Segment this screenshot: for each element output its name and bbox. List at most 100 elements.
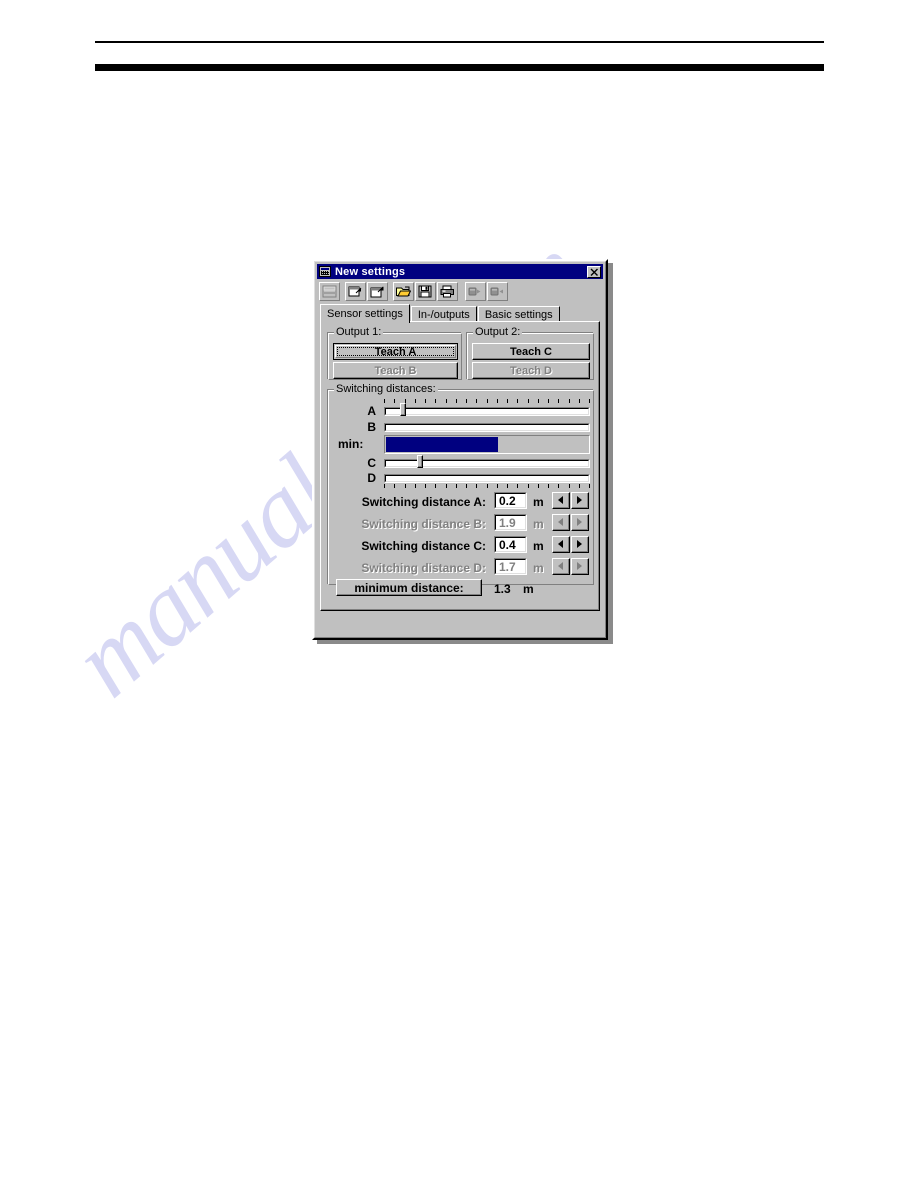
spin-b-dec-bevel: [553, 515, 569, 530]
header-rule-thick: [95, 64, 824, 71]
spin-b-inc-bevel: [572, 515, 588, 530]
arrow-left-icon: [558, 562, 563, 570]
tab-basic-settings-label: Basic settings: [484, 309, 553, 321]
arrow-left-icon: [558, 540, 563, 548]
tab-sensor-settings-label: Sensor settings: [327, 308, 403, 320]
teach-a-button[interactable]: Teach A: [333, 343, 458, 360]
slider-d-track[interactable]: [384, 474, 590, 483]
spin-c-dec-bevel: [553, 537, 569, 552]
switching-distance-d-label: Switching distance D:: [361, 561, 486, 575]
floppy-save-icon: [418, 285, 432, 297]
slider-c-letter: C: [367, 456, 376, 470]
print-button[interactable]: [437, 281, 458, 301]
minimum-distance-button[interactable]: minimum distance:: [336, 579, 482, 596]
new-document-icon: [322, 285, 337, 297]
transfer-out-icon: [468, 287, 481, 295]
teach-d-button[interactable]: Teach D: [472, 362, 590, 379]
slider-a-thumb[interactable]: [400, 403, 406, 416]
teach-b-button[interactable]: Teach B: [333, 362, 458, 379]
window-restore-button[interactable]: [345, 281, 366, 301]
new-button[interactable]: [319, 281, 340, 301]
switching-distance-d-input[interactable]: 1.7: [494, 558, 527, 575]
teach-c-button[interactable]: Teach C: [472, 343, 590, 360]
spin-a-dec-bevel: [553, 493, 569, 508]
teach-b-label: Teach B: [374, 364, 417, 377]
minimum-distance-value: 1.3: [494, 582, 511, 596]
slider-c-track[interactable]: [384, 459, 590, 468]
switching-distance-b-increment[interactable]: [571, 514, 589, 531]
toolbar: [318, 281, 602, 301]
upload-button[interactable]: [465, 281, 486, 301]
slider-b-letter: B: [367, 420, 376, 434]
slider-a-track[interactable]: [384, 407, 590, 416]
window-title: New settings: [335, 265, 406, 278]
output1-group: Output 1: Teach A Teach B: [327, 326, 462, 380]
spin-c-inc-bevel: [572, 537, 588, 552]
arrow-left-icon: [558, 496, 563, 504]
save-button[interactable]: [415, 281, 436, 301]
switching-distance-c-value: 0.4: [495, 537, 526, 552]
min-bar-label: min:: [338, 437, 364, 451]
close-button[interactable]: [587, 265, 601, 278]
switching-distance-d-increment[interactable]: [571, 558, 589, 575]
slider-a-thumb-bevel: [401, 404, 405, 415]
new-settings-window: New settings Sensor settings In-/outputs…: [312, 259, 608, 640]
switching-distance-b-label: Switching distance B:: [361, 517, 486, 531]
slider-c-track-inner: [385, 460, 589, 467]
slider-ticks-bottom: [384, 484, 590, 488]
teach-d-label: Teach D: [510, 364, 552, 377]
switching-distance-a-decrement[interactable]: [552, 492, 570, 509]
minimum-distance-label: minimum distance:: [354, 580, 464, 595]
spin-d-dec-bevel: [553, 559, 569, 574]
switching-distance-d-value: 1.7: [495, 559, 526, 574]
switching-distance-b-value: 1.9: [495, 515, 526, 530]
switching-distances-legend: Switching distances:: [334, 383, 438, 395]
window-maximize-button[interactable]: [367, 281, 388, 301]
switching-distance-c-decrement[interactable]: [552, 536, 570, 553]
min-bar: [384, 435, 590, 454]
slider-d-track-inner: [385, 475, 589, 482]
tab-in-outputs-label: In-/outputs: [417, 309, 470, 321]
title-bar[interactable]: New settings: [317, 264, 603, 279]
spin-a-inc-bevel: [572, 493, 588, 508]
download-button[interactable]: [487, 281, 508, 301]
switching-distance-a-increment[interactable]: [571, 492, 589, 509]
printer-icon: [440, 285, 454, 297]
header-rule-thin: [95, 41, 824, 43]
minimum-distance-unit: m: [523, 582, 534, 596]
arrow-right-icon: [577, 518, 582, 526]
slider-b-track-inner: [385, 424, 589, 431]
switching-distance-c-unit: m: [533, 539, 544, 553]
slider-c-thumb-bevel: [418, 456, 422, 467]
open-button[interactable]: [393, 281, 414, 301]
tab-sensor-settings[interactable]: Sensor settings: [320, 304, 410, 323]
slider-c-thumb[interactable]: [417, 455, 423, 468]
window-grid-icon: [319, 266, 331, 277]
switching-distance-c-increment[interactable]: [571, 536, 589, 553]
switching-distance-a-label: Switching distance A:: [361, 495, 486, 509]
output1-legend: Output 1:: [334, 326, 384, 338]
slider-b-track[interactable]: [384, 423, 590, 432]
slider-a-track-inner: [385, 408, 589, 415]
min-bar-fill: [386, 437, 498, 452]
close-icon: [590, 268, 598, 276]
switching-distance-a-input[interactable]: 0.2: [494, 492, 527, 509]
window-maximize-icon: [370, 286, 384, 297]
spin-d-inc-bevel: [572, 559, 588, 574]
arrow-right-icon: [577, 562, 582, 570]
switching-distance-b-input[interactable]: 1.9: [494, 514, 527, 531]
output2-group: Output 2: Teach C Teach D: [466, 326, 594, 380]
switching-distance-c-input[interactable]: 0.4: [494, 536, 527, 553]
slider-d-letter: D: [367, 471, 376, 485]
sensor-settings-panel-bevel: Output 1: Teach A Teach B Output 2: Teac…: [321, 322, 599, 610]
open-folder-icon: [396, 286, 411, 296]
switching-distance-d-unit: m: [533, 561, 544, 575]
switching-distances-group: Switching distances: A B min: C D Switch…: [327, 383, 594, 596]
teach-a-label: Teach A: [374, 345, 417, 358]
output2-legend: Output 2:: [473, 326, 523, 338]
slider-ticks-top: [384, 399, 590, 403]
switching-distance-d-decrement[interactable]: [552, 558, 570, 575]
switching-distance-b-decrement[interactable]: [552, 514, 570, 531]
window-inner-bevel: New settings Sensor settings In-/outputs…: [314, 261, 606, 638]
switching-distance-b-unit: m: [533, 517, 544, 531]
